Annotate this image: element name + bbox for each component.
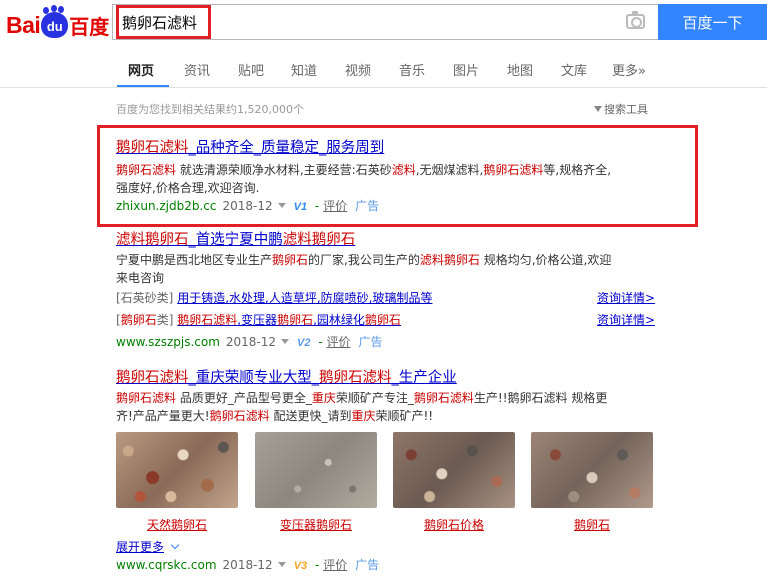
thumb-image-3[interactable] xyxy=(393,432,515,508)
camera-icon[interactable] xyxy=(626,11,645,29)
tab-images[interactable]: 图片 xyxy=(453,60,479,79)
filter-icon xyxy=(594,106,602,112)
search-result-1: 鹅卵石滤料_品种齐全_质量稳定_服务周到 鹅卵石滤料 就选清源荣顺净水材料,主要… xyxy=(116,136,666,215)
search-input[interactable] xyxy=(122,9,602,35)
result-2-title[interactable]: 滤料鹅卵石_首选宁夏中鹏滤料鹅卵石 xyxy=(116,228,666,249)
search-box xyxy=(112,4,658,40)
result-1-url-line: zhixun.zjdb2b.cc 2018-12 V1 - 评价 广告 xyxy=(116,197,666,215)
thumb-caption-4[interactable]: 鹅卵石 xyxy=(531,516,653,533)
ad-label: 广告 xyxy=(358,335,383,349)
result-3-abstract: 鹅卵石滤料 品质更好_产品型号更全_重庆荣顺矿产专注_鹅卵石滤料生产!!鹅卵石滤… xyxy=(116,391,608,423)
chevron-down-icon xyxy=(170,540,180,550)
baidu-logo[interactable]: Bai du 百度 xyxy=(6,7,110,42)
detail-link-1[interactable]: 资询详情> xyxy=(597,287,655,309)
search-header: Baidu百度 百度一下 xyxy=(0,0,767,50)
result-1-url[interactable]: zhixun.zjdb2b.cc xyxy=(116,199,217,213)
dropdown-caret-icon[interactable] xyxy=(277,562,286,567)
result-2-url[interactable]: www.szszpjs.com xyxy=(116,335,220,349)
result-3-url-line: www.cqrskc.com 2018-12 V3 - 评价 广告 xyxy=(116,556,666,574)
ad-label: 广告 xyxy=(355,199,380,213)
result-2-url-line: www.szszpjs.com 2018-12 V2 - 评价 广告 xyxy=(116,333,666,351)
dropdown-caret-icon[interactable] xyxy=(277,203,286,208)
search-result-2: 滤料鹅卵石_首选宁夏中鹏滤料鹅卵石 宁夏中鹏是西北地区专业生产鹅卵石的厂家,我公… xyxy=(116,228,666,351)
tab-news[interactable]: 资讯 xyxy=(184,60,210,79)
image-thumbnails: 天然鹅卵石 变压器鹅卵石 鹅卵石价格 鹅卵石 xyxy=(116,432,656,532)
logo-cn-text: 百度 xyxy=(69,14,110,39)
ad-label: 广告 xyxy=(355,558,380,572)
sublink-quartz[interactable]: 用于铸造,水处理,人造草坪,防腐喷砂,玻璃制品等 xyxy=(177,291,432,305)
tab-zhidao[interactable]: 知道 xyxy=(291,60,317,79)
tab-map[interactable]: 地图 xyxy=(507,60,533,79)
eval-link[interactable]: 评价 xyxy=(326,335,350,349)
tab-more[interactable]: 更多» xyxy=(612,60,646,79)
thumb-image-4[interactable] xyxy=(531,432,653,508)
tab-wenku[interactable]: 文库 xyxy=(561,60,587,79)
result-1-title[interactable]: 鹅卵石滤料_品种齐全_质量稳定_服务周到 xyxy=(116,136,666,157)
tab-tieba[interactable]: 贴吧 xyxy=(238,60,264,79)
eval-link[interactable]: 评价 xyxy=(323,199,347,213)
search-button[interactable]: 百度一下 xyxy=(658,4,767,40)
v1-badge-icon[interactable]: V1 xyxy=(292,198,309,216)
logo-paw-icon: du xyxy=(41,7,69,38)
v2-badge-icon[interactable]: V2 xyxy=(295,334,312,352)
tab-video[interactable]: 视频 xyxy=(345,60,371,79)
sublink-row-1: [石英砂类] 用于铸造,水处理,人造草坪,防腐喷砂,玻璃制品等 资询详情> xyxy=(116,287,666,309)
result-3-url[interactable]: www.cqrskc.com xyxy=(116,558,217,572)
result-count: 百度为您找到相关结果约1,520,000个 xyxy=(116,103,304,116)
thumb-image-2[interactable] xyxy=(255,432,377,508)
tab-web[interactable]: 网页 xyxy=(128,60,154,79)
v3-badge-icon[interactable]: V3 xyxy=(292,557,309,575)
dropdown-caret-icon[interactable] xyxy=(281,339,290,344)
thumb-image-1[interactable] xyxy=(116,432,238,508)
expand-more-link[interactable]: 展开更多 xyxy=(116,538,180,555)
sublink-pebble[interactable]: 鹅卵石滤料,变压器鹅卵石,园林绿化鹅卵石 xyxy=(177,313,401,327)
vertical-tabs: 网页 资讯 贴吧 知道 视频 音乐 图片 地图 文库 更多» xyxy=(0,50,767,88)
sublink-row-2: [鹅卵石类] 鹅卵石滤料,变压器鹅卵石,园林绿化鹅卵石 资询详情> xyxy=(116,309,666,331)
thumb-caption-1[interactable]: 天然鹅卵石 xyxy=(116,516,238,533)
thumb-caption-3[interactable]: 鹅卵石价格 xyxy=(393,516,515,533)
result-1-abstract: 鹅卵石滤料 就选清源荣顺净水材料,主要经营:石英砂滤料,无烟煤滤料,鹅卵石滤料等… xyxy=(116,163,612,195)
search-tools[interactable]: 搜索工具 xyxy=(594,101,648,117)
detail-link-2[interactable]: 资询详情> xyxy=(597,309,655,331)
thumb-caption-2[interactable]: 变压器鹅卵石 xyxy=(255,516,377,533)
result-3-title[interactable]: 鹅卵石滤料_重庆荣顺专业大型_鹅卵石滤料_生产企业 xyxy=(116,366,666,387)
eval-link[interactable]: 评价 xyxy=(323,558,347,572)
tab-music[interactable]: 音乐 xyxy=(399,60,425,79)
logo-bai-text: Bai xyxy=(6,11,41,38)
result-2-abstract: 宁夏中鹏是西北地区专业生产鹅卵石的厂家,我公司生产的滤料鹅卵石 规格均匀,价格公… xyxy=(116,253,612,285)
search-result-3: 鹅卵石滤料_重庆荣顺专业大型_鹅卵石滤料_生产企业 鹅卵石滤料 品质更好_产品型… xyxy=(116,366,666,425)
active-tab-indicator xyxy=(117,85,169,87)
